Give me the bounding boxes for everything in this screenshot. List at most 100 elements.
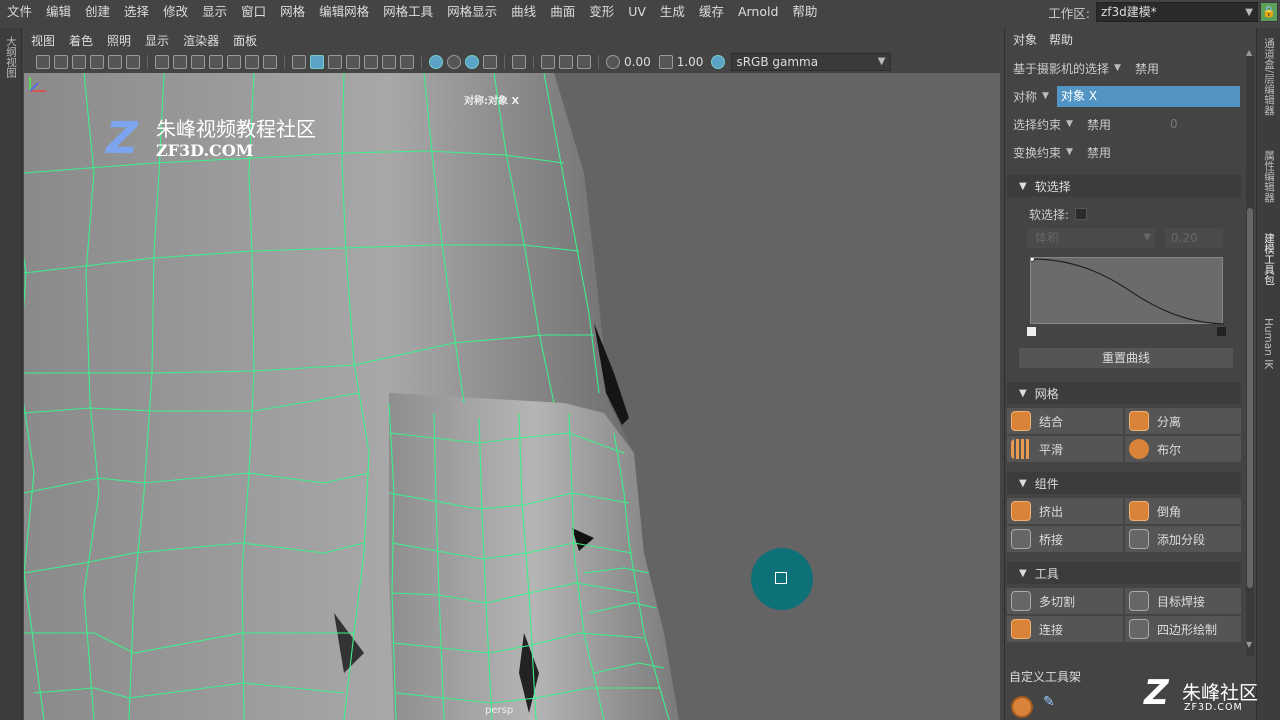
transform-constraint-value[interactable]: 禁用 bbox=[1087, 144, 1111, 161]
chevron-down-icon[interactable]: ▼ bbox=[1114, 63, 1121, 73]
target-weld-button[interactable]: 目标焊接 bbox=[1125, 588, 1241, 614]
xray-active-icon[interactable] bbox=[559, 55, 573, 69]
lock-icon[interactable]: 🔒 bbox=[1260, 2, 1278, 22]
grease-pencil-icon[interactable] bbox=[108, 55, 122, 69]
shelf-script-icon[interactable]: ✎ bbox=[1043, 694, 1063, 714]
camera-attributes-icon[interactable] bbox=[54, 55, 68, 69]
menu-item[interactable]: 网格 bbox=[273, 1, 312, 23]
menu-item[interactable]: 创建 bbox=[78, 1, 117, 23]
tab-attribute-editor[interactable]: 属性编辑器 bbox=[1262, 150, 1277, 203]
mesh-section-header[interactable]: ▼ 网格 bbox=[1007, 382, 1241, 404]
chevron-down-icon[interactable]: ▼ bbox=[1042, 91, 1049, 101]
tab-modeling-toolkit[interactable]: 建模工具包 bbox=[1262, 233, 1277, 286]
shelf-tool-icon[interactable] bbox=[1011, 696, 1033, 718]
multi-cut-button[interactable]: 多切割 bbox=[1007, 588, 1123, 614]
xray-icon[interactable] bbox=[541, 55, 555, 69]
panel-menu-item[interactable]: 视图 bbox=[24, 32, 62, 49]
symmetry-dropdown[interactable]: 对象 X bbox=[1057, 86, 1240, 107]
color-management-icon[interactable] bbox=[711, 55, 726, 69]
connect-button[interactable]: 连接 bbox=[1007, 616, 1123, 642]
chevron-down-icon[interactable]: ▼ bbox=[1066, 147, 1073, 157]
2d-pan-zoom-icon[interactable] bbox=[126, 55, 140, 69]
field-chart-icon[interactable] bbox=[227, 55, 241, 69]
panel-menu-item[interactable]: 显示 bbox=[138, 32, 176, 49]
menu-item[interactable]: 文件 bbox=[0, 1, 39, 23]
tab-channel-box[interactable]: 通道盒/层编辑器 bbox=[1262, 38, 1277, 115]
scroll-down-arrow-icon[interactable]: ▼ bbox=[1246, 640, 1252, 649]
grid-icon[interactable] bbox=[155, 55, 169, 69]
menu-item[interactable]: 曲线 bbox=[504, 1, 543, 23]
panel-menu-item[interactable]: 着色 bbox=[62, 32, 100, 49]
soft-select-header[interactable]: ▼ 软选择 bbox=[1007, 175, 1241, 197]
wireframe-icon[interactable] bbox=[292, 55, 306, 69]
menu-item[interactable]: Arnold bbox=[731, 1, 785, 23]
textured-icon[interactable] bbox=[364, 55, 378, 69]
menu-item[interactable]: 修改 bbox=[156, 1, 195, 23]
tools-section-header[interactable]: ▼ 工具 bbox=[1007, 562, 1241, 584]
gamma-icon[interactable] bbox=[658, 55, 673, 69]
wireframe-on-shaded-icon[interactable] bbox=[346, 55, 360, 69]
outliner-tab[interactable]: 大纲视图 bbox=[4, 36, 19, 78]
bevel-button[interactable]: 倒角 bbox=[1125, 498, 1241, 524]
menu-item[interactable]: 编辑网格 bbox=[312, 1, 376, 23]
extrude-button[interactable]: 挤出 bbox=[1007, 498, 1123, 524]
lights-icon[interactable] bbox=[382, 55, 396, 69]
curve-handle-left[interactable] bbox=[1027, 327, 1036, 336]
gate-mask-icon[interactable] bbox=[209, 55, 223, 69]
toolkit-scrollbar[interactable] bbox=[1246, 56, 1254, 656]
gamma-field[interactable]: 1.00 bbox=[677, 55, 704, 69]
select-constraint-value[interactable]: 禁用 bbox=[1087, 116, 1111, 133]
menu-item[interactable]: 显示 bbox=[195, 1, 234, 23]
panel-menu-item[interactable]: 面板 bbox=[226, 32, 264, 49]
tab-human-ik[interactable]: Human IK bbox=[1262, 318, 1274, 369]
menu-item[interactable]: 帮助 bbox=[785, 1, 824, 23]
menu-item[interactable]: 缓存 bbox=[692, 1, 731, 23]
menu-item[interactable]: 编辑 bbox=[39, 1, 78, 23]
soft-select-checkbox[interactable] bbox=[1075, 208, 1087, 220]
image-plane-icon[interactable] bbox=[90, 55, 104, 69]
bridge-button[interactable]: 桥接 bbox=[1007, 526, 1123, 552]
anti-aliasing-icon[interactable] bbox=[465, 55, 479, 69]
menu-item[interactable]: 网格工具 bbox=[376, 1, 440, 23]
menu-object[interactable]: 对象 bbox=[1007, 31, 1043, 48]
add-divisions-button[interactable]: 添加分段 bbox=[1125, 526, 1241, 552]
view-transform-dropdown[interactable]: sRGB gamma ▼ bbox=[731, 53, 892, 71]
isolate-select-icon[interactable] bbox=[512, 55, 526, 69]
camera-icon[interactable] bbox=[36, 55, 50, 69]
quad-draw-button[interactable]: 四边形绘制 bbox=[1125, 616, 1241, 642]
safe-action-icon[interactable] bbox=[245, 55, 259, 69]
menu-item[interactable]: 网格显示 bbox=[440, 1, 504, 23]
falloff-radius-field[interactable]: 0.20 bbox=[1165, 228, 1223, 248]
boolean-button[interactable]: 布尔 bbox=[1125, 436, 1241, 462]
exposure-icon[interactable] bbox=[606, 55, 620, 69]
components-section-header[interactable]: ▼ 组件 bbox=[1007, 472, 1241, 494]
menu-item[interactable]: 生成 bbox=[653, 1, 692, 23]
workspace-dropdown[interactable]: zf3d建模* ▼ bbox=[1096, 2, 1258, 22]
smooth-shade-icon[interactable] bbox=[310, 55, 324, 69]
safe-title-icon[interactable] bbox=[263, 55, 277, 69]
combine-button[interactable]: 结合 bbox=[1007, 408, 1123, 434]
exposure-field[interactable]: 0.00 bbox=[624, 55, 651, 69]
falloff-mode-dropdown[interactable]: 体积 ▼ bbox=[1027, 228, 1155, 248]
menu-item[interactable]: UV bbox=[621, 1, 653, 23]
depth-of-field-icon[interactable] bbox=[483, 55, 497, 69]
menu-item[interactable]: 变形 bbox=[582, 1, 621, 23]
separate-button[interactable]: 分离 bbox=[1125, 408, 1241, 434]
reset-curve-button[interactable]: 重置曲线 bbox=[1019, 348, 1233, 368]
resolution-gate-icon[interactable] bbox=[191, 55, 205, 69]
panel-menu-item[interactable]: 渲染器 bbox=[176, 32, 226, 49]
xray-joints-icon[interactable] bbox=[577, 55, 591, 69]
falloff-curve-graph[interactable] bbox=[1029, 256, 1225, 325]
shadows-icon[interactable] bbox=[400, 55, 414, 69]
camera-select-value[interactable]: 禁用 bbox=[1135, 60, 1159, 77]
curve-handle-right[interactable] bbox=[1217, 327, 1226, 336]
default-material-icon[interactable] bbox=[328, 55, 342, 69]
smooth-button[interactable]: 平滑 bbox=[1007, 436, 1123, 462]
menu-item[interactable]: 曲面 bbox=[543, 1, 582, 23]
film-gate-icon[interactable] bbox=[173, 55, 187, 69]
panel-menu-item[interactable]: 照明 bbox=[100, 32, 138, 49]
menu-help[interactable]: 帮助 bbox=[1043, 31, 1079, 48]
motion-blur-icon[interactable] bbox=[447, 55, 461, 69]
menu-item[interactable]: 窗口 bbox=[234, 1, 273, 23]
chevron-down-icon[interactable]: ▼ bbox=[1066, 119, 1073, 129]
